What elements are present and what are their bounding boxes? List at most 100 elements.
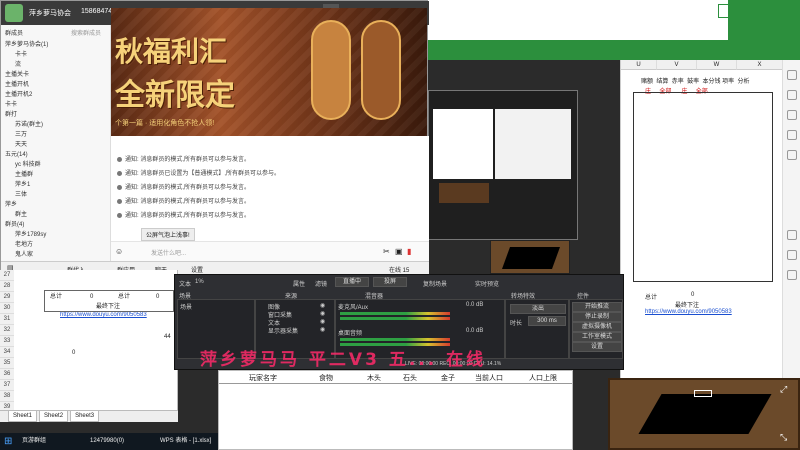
preview-doc — [433, 109, 493, 179]
row-header[interactable]: 29 — [0, 292, 14, 303]
col-header-x[interactable]: X — [737, 60, 783, 70]
eye-icon[interactable]: ◉ — [320, 326, 325, 333]
obs-tab[interactable]: 文本 — [179, 279, 191, 288]
banner-sub: 个第一篇 · 适用化角色不抢人领! — [115, 120, 215, 127]
rail-tool-icon[interactable] — [787, 230, 797, 240]
eye-icon[interactable]: ◉ — [320, 310, 325, 317]
remote-preview-window — [428, 90, 578, 240]
scene-item[interactable]: 场景 — [180, 302, 192, 311]
tree-item[interactable]: 主播关卡 — [5, 69, 29, 78]
obs-top-label[interactable]: 实时预览 — [475, 279, 499, 288]
right-total-label: 总计 — [645, 295, 658, 301]
sheet-tab[interactable]: Sheet2 — [39, 411, 69, 422]
taskbar-item[interactable]: WPS 表格 - [1.xlsx] — [160, 435, 211, 448]
tree-item[interactable]: 萍乡1 — [15, 179, 30, 188]
row-header[interactable]: 31 — [0, 314, 14, 325]
bottom-item[interactable]: 设置 — [191, 265, 203, 274]
taskbar-item[interactable]: 页游群组 — [22, 435, 46, 448]
obs-top-label[interactable]: 复制场景 — [423, 279, 447, 288]
row-header[interactable]: 27 — [0, 270, 14, 281]
tree-item[interactable]: 三万 — [15, 129, 27, 138]
obs-tab[interactable]: 属性 — [293, 279, 305, 288]
rail-tool-icon[interactable] — [787, 130, 797, 140]
control-button[interactable]: 工作室模式 — [572, 332, 622, 342]
row-header[interactable]: 38 — [0, 391, 14, 402]
tree-item[interactable]: 卡卡 — [5, 99, 17, 108]
tree-item[interactable]: 鬼人家 — [15, 249, 33, 258]
rail-tool-icon[interactable] — [787, 70, 797, 80]
tree-item[interactable]: 主播群 — [15, 169, 33, 178]
control-button[interactable]: 虚拟摄像机 — [572, 322, 622, 332]
taskbar-item[interactable]: 12479980(0) — [90, 435, 124, 448]
tree-item[interactable]: 老地方 — [15, 239, 33, 248]
tree-item[interactable]: 三体 — [15, 189, 27, 198]
duration-input[interactable]: 300 ms — [528, 316, 566, 326]
screenshot-icon[interactable]: ✂ — [383, 247, 390, 256]
tree-item[interactable]: 主播开机 — [5, 79, 29, 88]
sheet-tab[interactable]: Sheet1 — [8, 411, 38, 422]
send-icon[interactable]: ▮ — [407, 247, 411, 256]
tree-item[interactable]: 卡卡 — [15, 49, 27, 58]
info-icon — [117, 184, 122, 190]
control-button[interactable]: 设置 — [572, 342, 622, 352]
eye-icon[interactable]: ◉ — [320, 302, 325, 309]
banner-line1: 秋福利汇 — [115, 35, 228, 68]
transition-select[interactable]: 淡出 — [510, 304, 566, 314]
source-item[interactable]: 显示器采集 — [268, 326, 298, 335]
rail-tool-icon[interactable] — [787, 110, 797, 120]
row-header[interactable]: 36 — [0, 369, 14, 380]
control-button[interactable]: 开始推流 — [572, 302, 622, 312]
promo-banner[interactable]: 秋福利汇 全新限定 个第一篇 · 适用化角色不抢人领! — [111, 8, 427, 136]
chat-input[interactable]: 发送什么吧... — [151, 248, 186, 257]
row-header[interactable]: 30 — [0, 303, 14, 314]
tree-item[interactable]: 群员(4) — [5, 219, 24, 228]
tree-item[interactable]: 萍乡 — [5, 199, 17, 208]
col-header-u[interactable]: U — [621, 60, 657, 70]
tree-item[interactable]: 苏诺(群主) — [15, 119, 43, 128]
eye-icon[interactable]: ◉ — [320, 318, 325, 325]
toolbar-icon[interactable] — [718, 4, 732, 18]
row-header[interactable]: 32 — [0, 325, 14, 336]
row-header[interactable]: 37 — [0, 380, 14, 391]
sheet-tab[interactable]: Sheet3 — [70, 411, 100, 422]
value-cell[interactable]: 44 — [164, 332, 171, 343]
tree-item[interactable]: 流 — [15, 59, 21, 68]
row-header[interactable]: 35 — [0, 358, 14, 369]
message-text: 通知: 消息群员的模式,所有群员可以参与发言。 — [125, 213, 251, 219]
rail-tool-icon[interactable] — [787, 150, 797, 160]
emoji-icon[interactable]: ☺ — [115, 247, 123, 256]
group-avatar[interactable] — [5, 4, 23, 22]
tree-item[interactable]: 群主 — [15, 209, 27, 218]
info-icon — [117, 156, 122, 162]
tree-item[interactable]: 萍乡萝马协会(1) — [5, 39, 48, 48]
obs-top-button[interactable]: 直播中 — [335, 277, 369, 287]
expand-icon[interactable]: ⤢ — [780, 384, 787, 395]
rail-tool-icon[interactable] — [787, 250, 797, 260]
col-header-w[interactable]: W — [697, 60, 737, 70]
tree-item[interactable]: yc 科技群 — [15, 159, 41, 168]
folder-icon[interactable]: ▣ — [395, 247, 403, 256]
tree-item[interactable]: 天天 — [15, 139, 27, 148]
shrink-icon[interactable]: ⤡ — [780, 432, 787, 443]
obs-top-button[interactable]: 投屏 — [373, 277, 407, 287]
obs-tab[interactable]: 滤镜 — [315, 279, 327, 288]
sidebar-search[interactable]: 搜索群成员 — [71, 28, 101, 37]
right-link[interactable]: https://www.douyu.com/9050583 — [645, 309, 732, 315]
obs-tab[interactable]: 1% — [195, 279, 204, 285]
cell: 分析 — [737, 79, 750, 85]
column-header: 石头 — [403, 375, 417, 382]
windows-start-icon[interactable]: ⊞ — [4, 435, 12, 448]
tree-item[interactable]: 群打 — [5, 109, 17, 118]
rail-tool-icon[interactable] — [787, 270, 797, 280]
value-cell[interactable]: 0 — [72, 348, 75, 359]
tree-item[interactable]: 五元(14) — [5, 149, 28, 158]
rail-tool-icon[interactable] — [787, 90, 797, 100]
banner-line2: 全新限定 — [115, 78, 235, 113]
row-header[interactable]: 28 — [0, 281, 14, 292]
tree-item[interactable]: 主播开机2 — [5, 89, 32, 98]
control-button[interactable]: 停止录制 — [572, 312, 622, 322]
tree-item[interactable]: 萍乡1789sy — [15, 229, 46, 238]
row-header[interactable]: 33 — [0, 336, 14, 347]
row-header[interactable]: 34 — [0, 347, 14, 358]
col-header-v[interactable]: V — [657, 60, 697, 70]
